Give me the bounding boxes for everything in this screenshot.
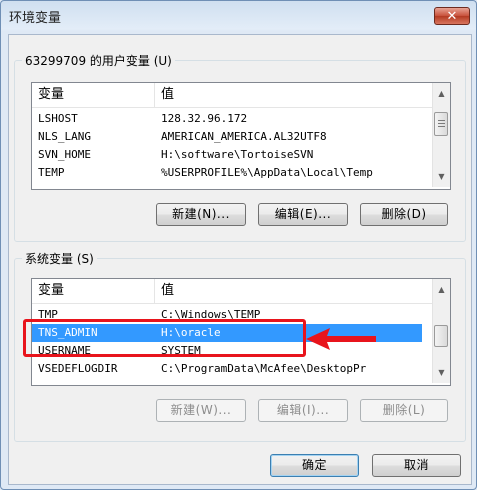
variable-name: SVN_HOME bbox=[38, 148, 91, 161]
variable-name: TEMP bbox=[38, 166, 65, 179]
window-title: 环境变量 bbox=[9, 11, 62, 26]
system-list-scrollbar[interactable]: ▲ ▼ bbox=[432, 279, 450, 383]
column-header-variable[interactable]: 变量 bbox=[32, 279, 155, 303]
cancel-button[interactable]: 取消 bbox=[372, 454, 461, 477]
system-new-button[interactable]: 新建(W)... bbox=[156, 399, 246, 422]
system-delete-button[interactable]: 删除(L) bbox=[360, 399, 448, 422]
variable-value: %USERPROFILE%\AppData\Local\Temp bbox=[161, 166, 373, 179]
scroll-up-icon[interactable]: ▲ bbox=[433, 85, 450, 102]
variable-value: C:\ProgramData\McAfee\DesktopPr bbox=[161, 362, 367, 375]
variable-name: LSHOST bbox=[38, 112, 78, 125]
table-row[interactable]: LSHOST 128.32.96.172 bbox=[32, 110, 422, 128]
variable-value: H:\software\TortoiseSVN bbox=[161, 148, 314, 161]
scroll-down-icon[interactable]: ▼ bbox=[433, 364, 450, 381]
scroll-down-icon[interactable]: ▼ bbox=[433, 168, 450, 185]
close-button[interactable]: ✕ bbox=[434, 7, 470, 25]
user-variables-label: 63299709 的用户变量 (U) bbox=[22, 52, 175, 69]
user-edit-button[interactable]: 编辑(E)... bbox=[258, 203, 348, 226]
table-row[interactable]: SVN_HOME H:\software\TortoiseSVN bbox=[32, 146, 422, 164]
variable-value: AMERICAN_AMERICA.AL32UTF8 bbox=[161, 130, 327, 143]
user-new-button[interactable]: 新建(N)... bbox=[156, 203, 246, 226]
table-row[interactable]: NLS_LANG AMERICAN_AMERICA.AL32UTF8 bbox=[32, 128, 422, 146]
system-variables-label: 系统变量 (S) bbox=[22, 250, 97, 267]
variable-name: NLS_LANG bbox=[38, 130, 91, 143]
variable-name: VSEDEFLOGDIR bbox=[38, 362, 118, 375]
table-row[interactable]: VSEDEFLOGDIR C:\ProgramData\McAfee\Deskt… bbox=[32, 360, 422, 378]
column-header-value[interactable]: 值 bbox=[155, 83, 433, 107]
red-arrow-icon bbox=[306, 328, 376, 350]
column-header-value[interactable]: 值 bbox=[155, 279, 433, 303]
annotation-highlight-box bbox=[23, 319, 306, 357]
user-list-scrollbar[interactable]: ▲ ▼ bbox=[432, 83, 450, 187]
scroll-up-icon[interactable]: ▲ bbox=[433, 281, 450, 298]
environment-variables-dialog: 环境变量 ✕ 63299709 的用户变量 (U) 变量 值 LSHOST 12… bbox=[0, 0, 477, 490]
list-header: 变量 值 bbox=[32, 279, 433, 304]
ok-button[interactable]: 确定 bbox=[270, 454, 359, 477]
scrollbar-thumb[interactable] bbox=[434, 325, 448, 347]
title-bar[interactable]: 环境变量 ✕ bbox=[1, 1, 476, 29]
list-header: 变量 值 bbox=[32, 83, 433, 108]
system-edit-button[interactable]: 编辑(I)... bbox=[258, 399, 348, 422]
user-delete-button[interactable]: 删除(D) bbox=[360, 203, 448, 226]
scrollbar-thumb[interactable] bbox=[434, 112, 448, 136]
table-row[interactable]: TEMP %USERPROFILE%\AppData\Local\Temp bbox=[32, 164, 422, 182]
dialog-body: 63299709 的用户变量 (U) 变量 值 LSHOST 128.32.96… bbox=[8, 34, 472, 485]
user-variables-list[interactable]: 变量 值 LSHOST 128.32.96.172 NLS_LANG AMERI… bbox=[31, 82, 451, 190]
column-header-variable[interactable]: 变量 bbox=[32, 83, 155, 107]
variable-value: 128.32.96.172 bbox=[161, 112, 248, 125]
